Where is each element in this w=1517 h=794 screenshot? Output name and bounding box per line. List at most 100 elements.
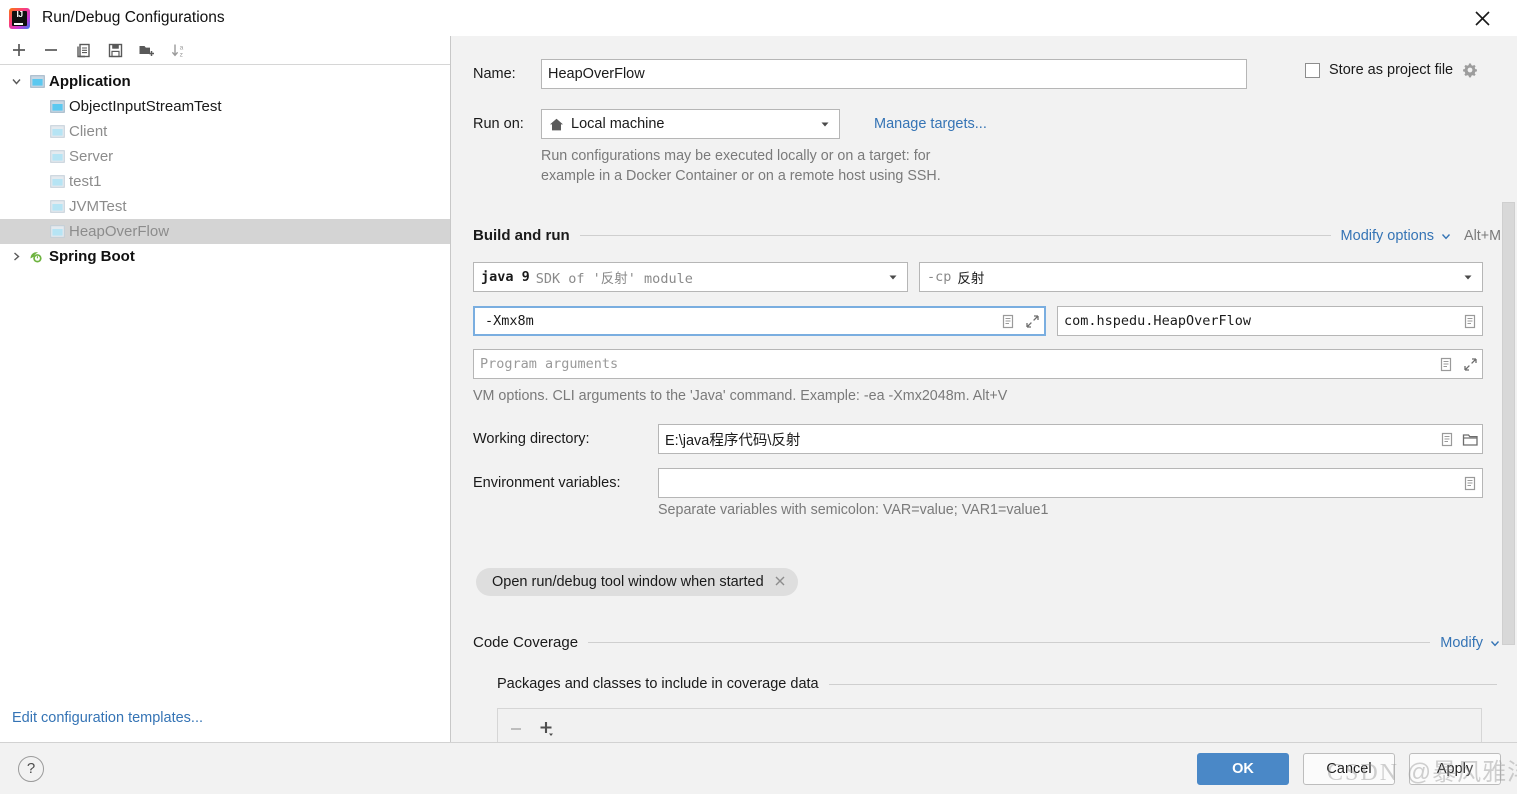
expand-icon[interactable] <box>1022 307 1042 335</box>
environment-variables-row: Environment variables: <box>473 468 1483 498</box>
store-as-project-file-label: Store as project file <box>1329 62 1454 78</box>
save-configuration-button[interactable] <box>102 38 128 62</box>
sidebar-toolbar: a z <box>0 36 450 65</box>
main-class-input[interactable]: com.hspedu.HeapOverFlow <box>1057 306 1484 336</box>
insert-macro-icon[interactable] <box>998 307 1018 335</box>
jdk-select[interactable]: java 9 SDK of '反射' module <box>473 262 908 292</box>
chip-label: Open run/debug tool window when started <box>492 574 764 590</box>
code-coverage-section: Code Coverage Modify <box>473 634 1501 651</box>
environment-variables-input[interactable] <box>658 468 1483 498</box>
chevron-right-icon[interactable] <box>6 244 26 269</box>
run-on-hint: Run configurations may be executed local… <box>541 148 1061 184</box>
tree-item-server[interactable]: Server <box>0 144 450 169</box>
application-icon <box>46 219 68 244</box>
coverage-add-button[interactable] <box>538 720 558 738</box>
insert-macro-icon[interactable] <box>1437 425 1457 453</box>
run-on-row: Run on: Local machine Manage targets... <box>473 109 987 139</box>
tree-item-jvmtest[interactable]: JVMTest <box>0 194 450 219</box>
insert-macro-icon[interactable] <box>1460 307 1480 335</box>
home-icon <box>549 117 564 132</box>
vm-options-main-class-row: -Xmx8m com.hspedu.HeapOverFlow <box>473 306 1484 336</box>
run-on-hint-line-1: Run configurations may be executed local… <box>541 148 931 164</box>
copy-configuration-button[interactable] <box>70 38 96 62</box>
main-class-value: com.hspedu.HeapOverFlow <box>1064 313 1251 329</box>
configurations-tree: Application ObjectInputStreamTest Client… <box>0 65 450 269</box>
build-and-run-section: Build and run Modify options Alt+M <box>473 227 1501 244</box>
jdk-value-bold: java 9 <box>481 269 530 285</box>
modify-options-shortcut: Alt+M <box>1464 227 1501 244</box>
application-icon <box>46 119 68 144</box>
working-directory-value: E:\java程序代码\反射 <box>665 432 801 449</box>
gear-icon[interactable] <box>1462 62 1478 78</box>
tree-item-heapoverflow[interactable]: HeapOverFlow <box>0 219 450 244</box>
open-run-debug-tool-window-chip[interactable]: Open run/debug tool window when started <box>476 568 798 596</box>
working-directory-row: Working directory: E:\java程序代码\反射 <box>473 424 1483 454</box>
coverage-remove-button[interactable] <box>508 721 524 737</box>
tree-item-spring-boot[interactable]: Spring Boot <box>0 244 450 269</box>
tree-item-label: HeapOverFlow <box>69 223 170 240</box>
apply-button[interactable]: Apply <box>1409 752 1501 785</box>
coverage-packages-toolbar <box>497 708 1482 742</box>
cancel-button[interactable]: Cancel <box>1303 752 1395 785</box>
environment-variables-hint: Separate variables with semicolon: VAR=v… <box>658 502 1049 518</box>
chevron-down-icon[interactable] <box>819 118 835 130</box>
tree-item-application[interactable]: Application <box>0 69 450 94</box>
modify-options-link[interactable]: Modify options <box>1341 228 1435 244</box>
store-as-project-file-checkbox[interactable] <box>1305 62 1320 78</box>
coverage-packages-section: Packages and classes to include in cover… <box>497 676 1497 692</box>
classpath-select[interactable]: -cp 反射 <box>919 262 1484 292</box>
store-as-project-file-row[interactable]: Store as project file <box>1305 62 1478 78</box>
application-icon <box>46 169 68 194</box>
tree-item-label: test1 <box>69 173 102 190</box>
tree-item-label: JVMTest <box>69 198 127 215</box>
close-small-icon[interactable] <box>774 574 786 591</box>
dialog-footer: ? OK Cancel Apply <box>0 742 1517 794</box>
working-directory-input[interactable]: E:\java程序代码\反射 <box>658 424 1483 454</box>
tree-item-test1[interactable]: test1 <box>0 169 450 194</box>
name-input[interactable]: HeapOverFlow <box>541 59 1247 89</box>
coverage-packages-title: Packages and classes to include in cover… <box>497 676 819 692</box>
program-arguments-placeholder: Program arguments <box>480 356 619 372</box>
code-coverage-modify-link[interactable]: Modify <box>1440 635 1483 651</box>
tree-item-client[interactable]: Client <box>0 119 450 144</box>
vm-options-value: -Xmx8m <box>485 313 534 329</box>
program-arguments-input[interactable]: Program arguments <box>473 349 1483 379</box>
expand-icon[interactable] <box>1460 350 1480 378</box>
jdk-classpath-row: java 9 SDK of '反射' module -cp 反射 <box>473 262 1484 292</box>
intellij-idea-logo-icon: IJ <box>9 7 30 29</box>
name-label: Name: <box>473 66 516 82</box>
chevron-down-icon[interactable] <box>887 271 903 283</box>
insert-macro-icon[interactable] <box>1436 350 1456 378</box>
vm-options-input[interactable]: -Xmx8m <box>473 306 1046 336</box>
sort-configurations-button[interactable]: a z <box>166 38 192 62</box>
add-configuration-button[interactable] <box>6 38 32 62</box>
remove-configuration-button[interactable] <box>38 38 64 62</box>
tree-item-objectinputstreamtest[interactable]: ObjectInputStreamTest <box>0 94 450 119</box>
edit-configuration-templates-link[interactable]: Edit configuration templates... <box>12 710 203 726</box>
run-on-select[interactable]: Local machine <box>541 109 840 139</box>
new-folder-button[interactable] <box>134 38 160 62</box>
window-title: Run/Debug Configurations <box>42 9 225 26</box>
classpath-prefix: -cp <box>927 269 952 285</box>
run-on-label: Run on: <box>473 116 524 132</box>
svg-text:a: a <box>180 44 184 51</box>
chevron-down-icon[interactable] <box>1462 271 1478 283</box>
jdk-value-rest: SDK of '反射' module <box>535 271 693 287</box>
application-icon <box>46 144 68 169</box>
folder-browse-icon[interactable] <box>1460 425 1480 453</box>
chevron-down-icon[interactable] <box>1489 637 1501 649</box>
run-on-hint-line-2: example in a Docker Container or on a re… <box>541 168 941 184</box>
help-button[interactable]: ? <box>18 755 44 782</box>
close-icon[interactable] <box>1459 0 1505 36</box>
scrollbar-thumb[interactable] <box>1502 202 1515 645</box>
chevron-down-icon[interactable] <box>6 69 26 94</box>
footer-buttons: OK Cancel Apply <box>1197 752 1501 785</box>
manage-targets-link[interactable]: Manage targets... <box>874 116 987 132</box>
editor-scrollbar[interactable] <box>1502 202 1515 645</box>
insert-macro-icon[interactable] <box>1460 469 1480 497</box>
ok-button[interactable]: OK <box>1197 752 1289 785</box>
chevron-down-icon[interactable] <box>1440 230 1452 242</box>
tree-item-label: Application <box>49 73 131 90</box>
title-bar: IJ Run/Debug Configurations <box>0 0 1517 36</box>
classpath-module: 反射 <box>957 271 985 287</box>
